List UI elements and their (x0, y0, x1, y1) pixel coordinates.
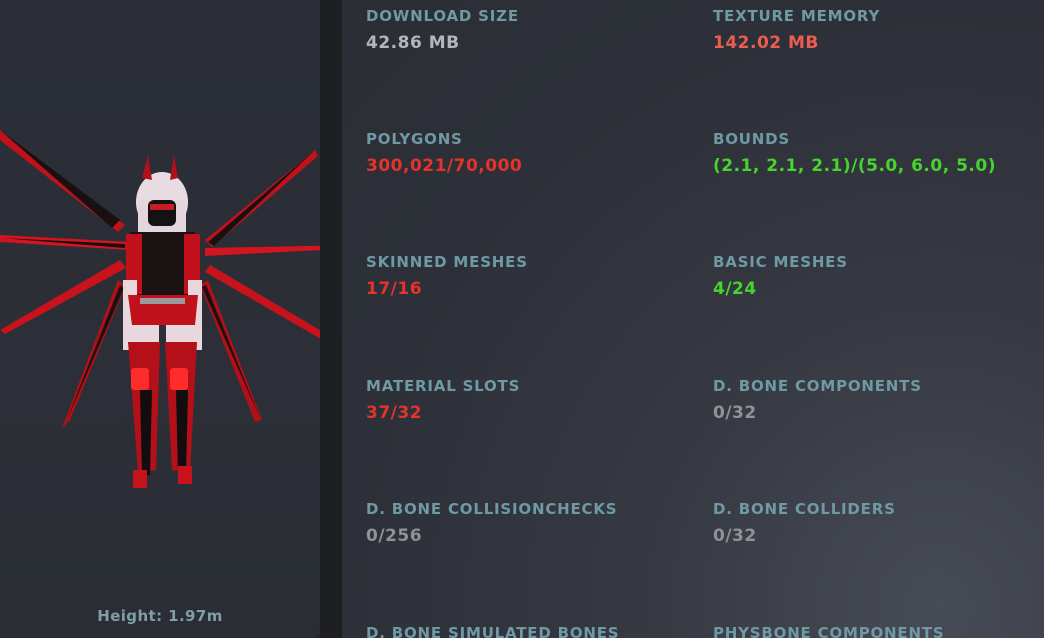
stat-label: D. BONE COLLIDERS (713, 500, 896, 518)
stat-value: 17/16 (366, 279, 423, 299)
stat-value: (2.1, 2.1, 2.1)/(5.0, 6.0, 5.0) (713, 156, 996, 176)
stat-label: D. BONE COMPONENTS (713, 377, 922, 395)
stat-physbone-components: PHYSBONE COMPONENTS (713, 624, 1043, 638)
performance-stats-panel: DOWNLOAD SIZE 42.86 MB TEXTURE MEMORY 14… (342, 0, 1044, 638)
stat-label: DOWNLOAD SIZE (366, 7, 519, 25)
stat-label: MATERIAL SLOTS (366, 377, 521, 395)
avatar-performance-panel: Height: 1.97m DOWNLOAD SIZE 42.86 MB TEX… (0, 0, 1044, 638)
avatar-figure (0, 130, 320, 488)
avatar-preview[interactable]: Height: 1.97m (0, 0, 320, 638)
stat-download-size: DOWNLOAD SIZE 42.86 MB (366, 7, 696, 53)
stat-basic-meshes: BASIC MESHES 4/24 (713, 253, 1043, 299)
stat-label: BASIC MESHES (713, 253, 848, 271)
stat-label: TEXTURE MEMORY (713, 7, 881, 25)
stat-material-slots: MATERIAL SLOTS 37/32 (366, 377, 696, 423)
stat-dbone-collisionchecks: D. BONE COLLISIONCHECKS 0/256 (366, 500, 696, 546)
stat-label: D. BONE COLLISIONCHECKS (366, 500, 618, 518)
stat-label: D. BONE SIMULATED BONES (366, 624, 620, 638)
stat-polygons: POLYGONS 300,021/70,000 (366, 130, 696, 176)
stat-value: 42.86 MB (366, 33, 460, 53)
stat-dbone-colliders: D. BONE COLLIDERS 0/32 (713, 500, 1043, 546)
stat-value: 0/256 (366, 526, 423, 546)
stat-value: 0/32 (713, 526, 757, 546)
stat-value: 0/32 (713, 403, 757, 423)
stat-value: 4/24 (713, 279, 757, 299)
stat-dbone-components: D. BONE COMPONENTS 0/32 (713, 377, 1043, 423)
stat-value: 142.02 MB (713, 33, 819, 53)
stat-label: BOUNDS (713, 130, 790, 148)
stat-label: POLYGONS (366, 130, 463, 148)
stat-bounds: BOUNDS (2.1, 2.1, 2.1)/(5.0, 6.0, 5.0) (713, 130, 1043, 176)
avatar-height-label: Height: 1.97m (97, 607, 223, 625)
panel-divider (320, 0, 342, 638)
stat-label: SKINNED MESHES (366, 253, 528, 271)
stat-skinned-meshes: SKINNED MESHES 17/16 (366, 253, 696, 299)
stat-dbone-simulated-bones: D. BONE SIMULATED BONES (366, 624, 696, 638)
stat-label: PHYSBONE COMPONENTS (713, 624, 945, 638)
stat-value: 300,021/70,000 (366, 156, 523, 176)
stat-texture-memory: TEXTURE MEMORY 142.02 MB (713, 7, 1043, 53)
stat-value: 37/32 (366, 403, 423, 423)
